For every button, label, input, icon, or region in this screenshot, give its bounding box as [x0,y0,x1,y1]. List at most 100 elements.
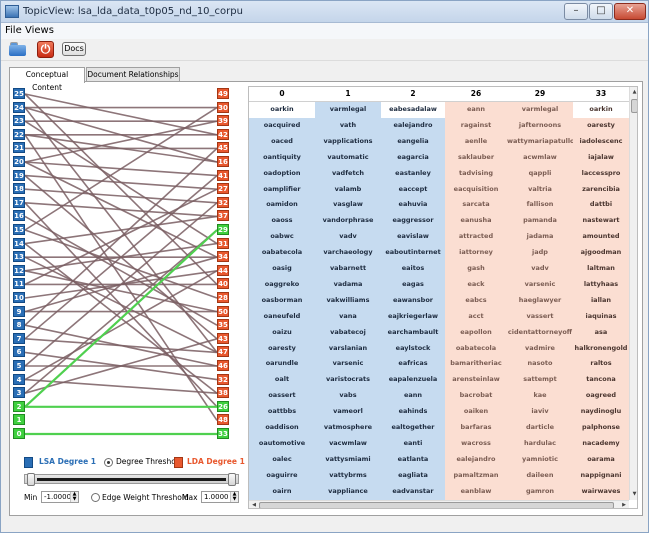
lda-node-49[interactable]: 49 [217,88,229,99]
scroll-left-icon[interactable]: ◀ [250,501,258,508]
table-cell[interactable]: arensteinlaw [445,372,507,388]
table-cell[interactable]: eanblaw [445,484,507,500]
table-cell[interactable]: eanusha [445,213,507,229]
table-cell[interactable]: wattymariapatullo [507,134,573,150]
lsa-node-16[interactable]: 16 [13,210,25,222]
table-cell[interactable]: eagarcia [381,150,445,166]
close-button[interactable]: ✕ [614,3,646,20]
table-cell[interactable]: amounted [573,229,629,245]
table-cell[interactable]: barfaras [445,420,507,436]
table-cell[interactable]: vakwilliams [315,293,381,309]
table-cell[interactable]: oaguirre [249,468,315,484]
lda-node-30[interactable]: 30 [217,101,229,113]
threshold-slider[interactable] [24,473,239,486]
table-cell[interactable]: eaylstock [381,341,445,357]
table-cell[interactable]: vadama [315,277,381,293]
table-cell[interactable]: valamb [315,182,381,198]
bipartite-graph[interactable] [13,83,243,443]
lda-node-46[interactable]: 46 [217,360,229,371]
table-cell[interactable]: oantiquity [249,150,315,166]
lsa-node-0[interactable]: 0 [13,428,25,439]
table-cell[interactable]: oabatecola [445,341,507,357]
table-cell[interactable]: oabwc [249,229,315,245]
scroll-up-icon[interactable]: ▲ [630,88,637,97]
lda-node-32[interactable]: 32 [217,196,229,208]
table-cell[interactable]: laccesspro [573,166,629,182]
table-cell[interactable]: jadp [507,245,573,261]
table-cell[interactable]: nasoto [507,356,573,372]
table-cell[interactable]: varmlegal [507,102,573,118]
table-cell[interactable]: nappignani [573,468,629,484]
table-cell[interactable]: laltman [573,261,629,277]
lda-node-28[interactable]: 28 [217,292,229,303]
lsa-node-15[interactable]: 15 [13,224,25,235]
table-cell[interactable]: varmlegal [315,102,381,118]
lda-node-50[interactable]: 50 [217,305,229,317]
table-cell[interactable]: sattempt [507,372,573,388]
column-header-26[interactable]: 26 [445,89,507,98]
table-cell[interactable]: oagreed [573,388,629,404]
table-cell[interactable]: iallan [573,293,629,309]
table-cell[interactable]: iadolescenc [573,134,629,150]
lsa-node-22[interactable]: 22 [13,128,25,140]
table-cell[interactable]: eann [381,388,445,404]
table-cell[interactable]: oassert [249,388,315,404]
column-header-2[interactable]: 2 [381,89,445,98]
lsa-node-7[interactable]: 7 [13,332,25,344]
scroll-right-icon[interactable]: ▶ [620,501,628,508]
lda-node-44[interactable]: 44 [217,264,229,276]
table-cell[interactable]: vacwmlaw [315,436,381,452]
table-cell[interactable]: sarcata [445,197,507,213]
lda-node-32[interactable]: 32 [217,373,229,385]
table-cell[interactable]: vabarnett [315,261,381,277]
table-cell[interactable]: lattyhaas [573,277,629,293]
min-spinner-arrows[interactable]: ▲ ▼ [70,492,78,502]
column-header-1[interactable]: 1 [315,89,381,98]
table-cell[interactable]: iajalaw [573,150,629,166]
table-cell[interactable]: eafricas [381,356,445,372]
slider-handle-min[interactable] [27,473,35,486]
table-cell[interactable]: iaviv [507,404,573,420]
table-cell[interactable]: eaitos [381,261,445,277]
table-cell[interactable]: oalt [249,372,315,388]
table-cell[interactable]: iaquinas [573,309,629,325]
column-header-0[interactable]: 0 [249,89,315,98]
table-cell[interactable]: oasig [249,261,315,277]
lda-node-35[interactable]: 35 [217,319,229,331]
lsa-node-4[interactable]: 4 [13,373,25,385]
table-cell[interactable]: asa [573,325,629,341]
table-cell[interactable]: hardulac [507,436,573,452]
table-cell[interactable]: haeglawyer [507,293,573,309]
lda-node-34[interactable]: 34 [217,251,229,263]
table-cell[interactable]: ealtogether [381,420,445,436]
horizontal-scroll-thumb[interactable] [259,502,614,508]
table-cell[interactable]: eacquisition [445,182,507,198]
table-cell[interactable]: vana [315,309,381,325]
table-cell[interactable]: cidentattorneyoff [507,325,573,341]
title-bar[interactable]: TopicView: lsa_lda_data_t0p05_nd_10_corp… [1,1,648,23]
minimize-button[interactable]: – [564,3,588,20]
table-cell[interactable]: oacquired [249,118,315,134]
docs-button[interactable]: Docs [62,42,86,56]
min-value-input[interactable]: -1.0000 ▲ ▼ [41,491,79,503]
table-cell[interactable]: earchambault [381,325,445,341]
table-cell[interactable]: tadvising [445,166,507,182]
table-cell[interactable]: acct [445,309,507,325]
table-cell[interactable]: vappliance [315,484,381,500]
table-cell[interactable]: oaresty [249,341,315,357]
table-cell[interactable]: vassert [507,309,573,325]
table-cell[interactable]: oabatecola [249,245,315,261]
table-cell[interactable]: vautomatic [315,150,381,166]
table-cell[interactable]: eapollon [445,325,507,341]
table-cell[interactable]: bacrobat [445,388,507,404]
table-cell[interactable]: oarama [573,452,629,468]
table-cell[interactable]: oamidon [249,197,315,213]
table-cell[interactable]: eahinds [381,404,445,420]
lda-node-39[interactable]: 39 [217,115,229,127]
table-cell[interactable]: eabcs [445,293,507,309]
table-cell[interactable]: vasglaw [315,197,381,213]
table-cell[interactable]: raltos [573,356,629,372]
maximize-button[interactable]: □ [589,3,613,20]
table-cell[interactable]: oaiken [445,404,507,420]
table-cell[interactable]: oarkin [573,102,629,118]
